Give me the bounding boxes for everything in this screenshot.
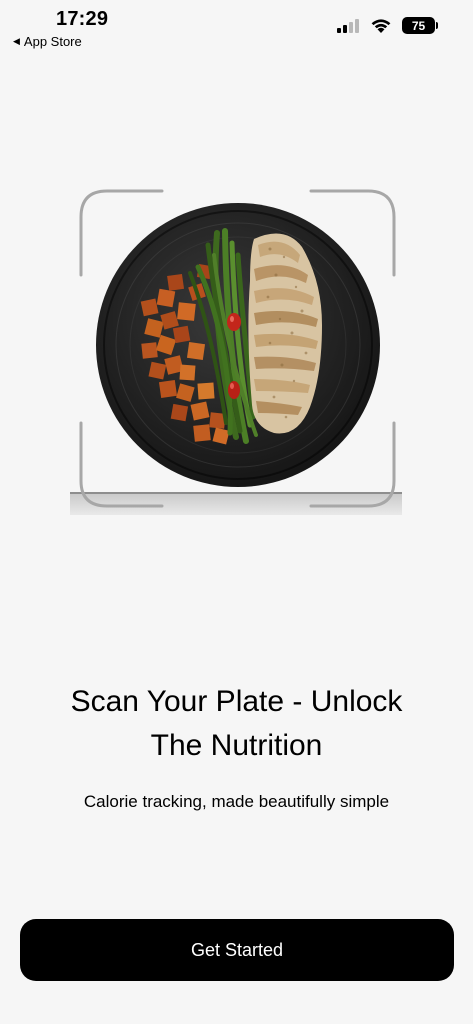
headline-line-1: Scan Your Plate - Unlock xyxy=(70,685,403,718)
cellular-signal-icon xyxy=(336,18,360,34)
back-link-label: App Store xyxy=(23,34,82,49)
status-indicators: 75 xyxy=(336,17,438,34)
battery-icon: 75 xyxy=(402,17,438,34)
status-bar: 17:29 ◀ App Store 75 xyxy=(0,0,473,56)
status-time: 17:29 xyxy=(56,8,109,30)
onboarding-headline: Scan Your Plate - Unlock The Nutrition xyxy=(24,680,449,768)
back-to-app-store-link[interactable]: ◀ App Store xyxy=(13,34,82,49)
onboarding-subheadline: Calorie tracking, made beautifully simpl… xyxy=(83,792,390,811)
wifi-icon xyxy=(370,17,392,34)
battery-level: 75 xyxy=(411,18,426,33)
get-started-button[interactable]: Get Started xyxy=(20,919,454,981)
headline-line-2: The Nutrition xyxy=(150,729,323,762)
back-caret-icon: ◀ xyxy=(13,36,20,46)
plate-scan-illustration xyxy=(70,185,402,515)
surface-shadow xyxy=(70,493,402,515)
